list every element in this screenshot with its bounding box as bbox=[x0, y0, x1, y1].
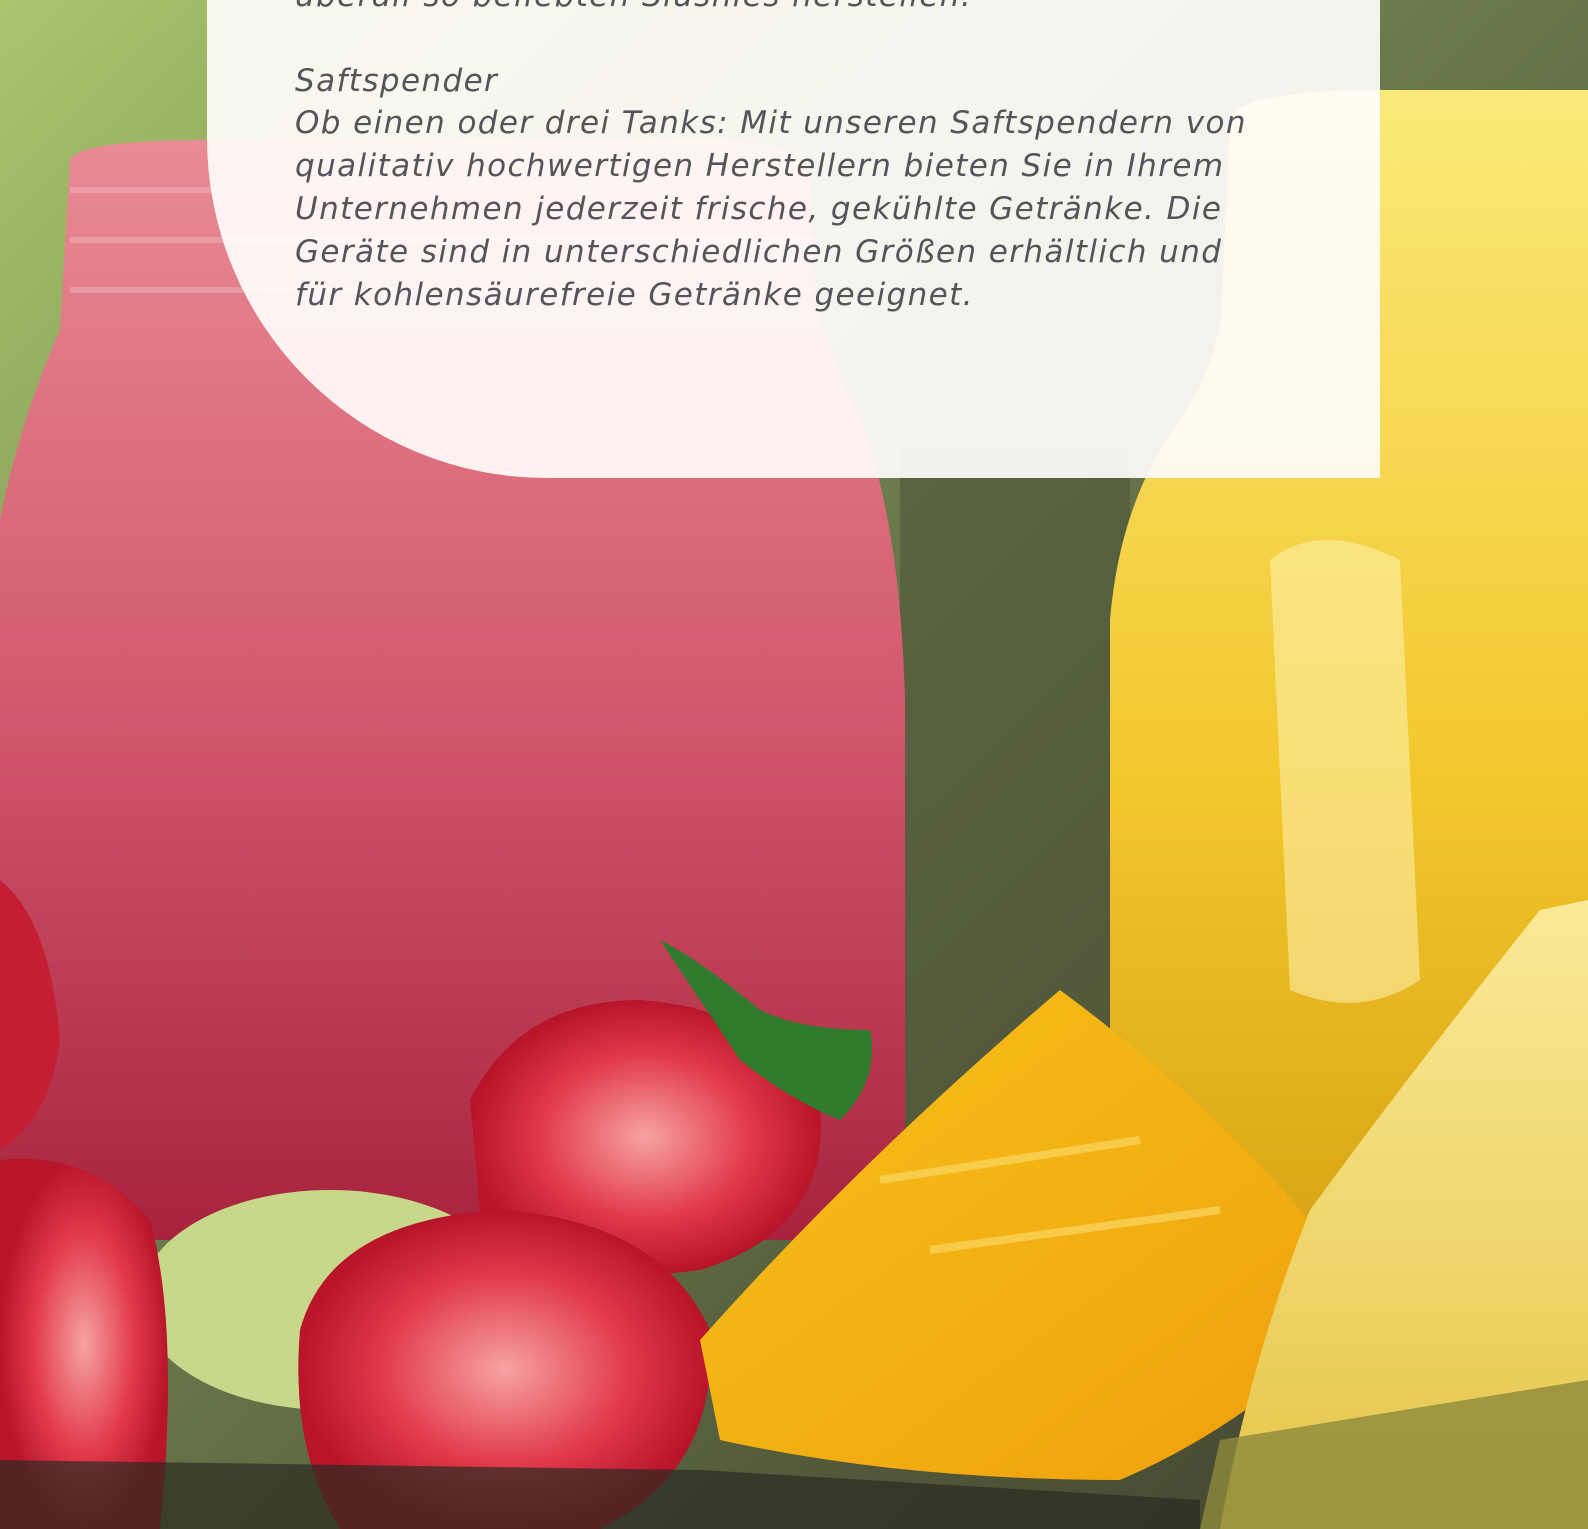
section-title: Saftspender bbox=[295, 63, 499, 99]
intro-paragraph-tail: überall so beliebten Slushies herstellen… bbox=[295, 0, 972, 18]
section-body: Ob einen oder drei Tanks: Mit unseren Sa… bbox=[295, 105, 1247, 313]
page: überall so beliebten Slushies herstellen… bbox=[0, 0, 1588, 1529]
text-card: überall so beliebten Slushies herstellen… bbox=[207, 0, 1380, 478]
